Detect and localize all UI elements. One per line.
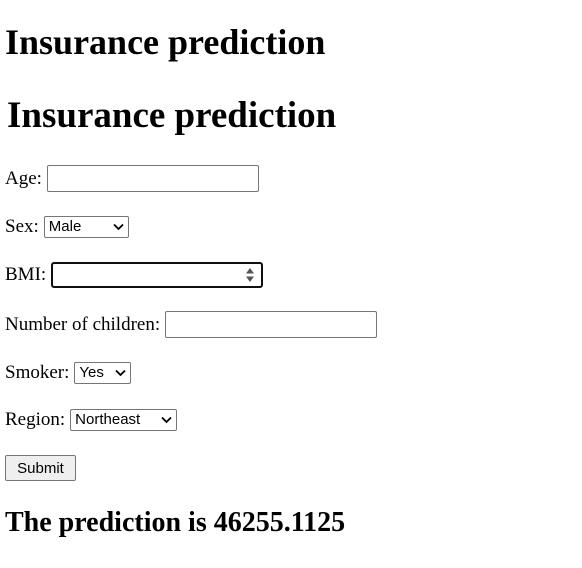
chevron-down-icon	[161, 416, 172, 424]
region-selected-value: Northeast	[75, 411, 141, 428]
bmi-label: BMI:	[5, 264, 47, 285]
region-row: Region: Northeast	[5, 407, 178, 433]
age-input[interactable]	[46, 165, 259, 192]
children-row: Number of children:	[5, 311, 378, 338]
region-select[interactable]: Northeast	[70, 409, 178, 431]
smoker-label: Smoker:	[5, 362, 70, 383]
bmi-input[interactable]	[51, 262, 264, 288]
chevron-down-icon	[113, 223, 124, 231]
form-title: Insurance prediction	[7, 95, 337, 136]
sex-label: Sex:	[5, 216, 39, 237]
region-label: Region:	[5, 409, 66, 430]
smoker-row: Smoker: Yes	[5, 360, 132, 386]
chevron-down-icon	[115, 369, 127, 377]
age-label: Age:	[5, 167, 42, 189]
bmi-row: BMI:	[5, 262, 264, 288]
spinner-arrows-icon[interactable]	[245, 267, 255, 283]
age-row: Age:	[5, 165, 259, 192]
smoker-select[interactable]: Yes	[74, 362, 132, 384]
prediction-result: The prediction is 46255.1125	[5, 507, 346, 538]
children-input[interactable]	[165, 311, 378, 338]
smoker-selected-value: Yes	[79, 364, 104, 381]
page-title: Insurance prediction	[5, 22, 326, 62]
sex-select[interactable]: Male	[43, 216, 129, 238]
sex-selected-value: Male	[48, 218, 82, 235]
children-label: Number of children:	[5, 313, 161, 335]
sex-row: Sex: Male	[5, 214, 129, 240]
submit-button[interactable]: Submit	[5, 455, 76, 481]
bmi-input-field[interactable]	[56, 267, 237, 288]
